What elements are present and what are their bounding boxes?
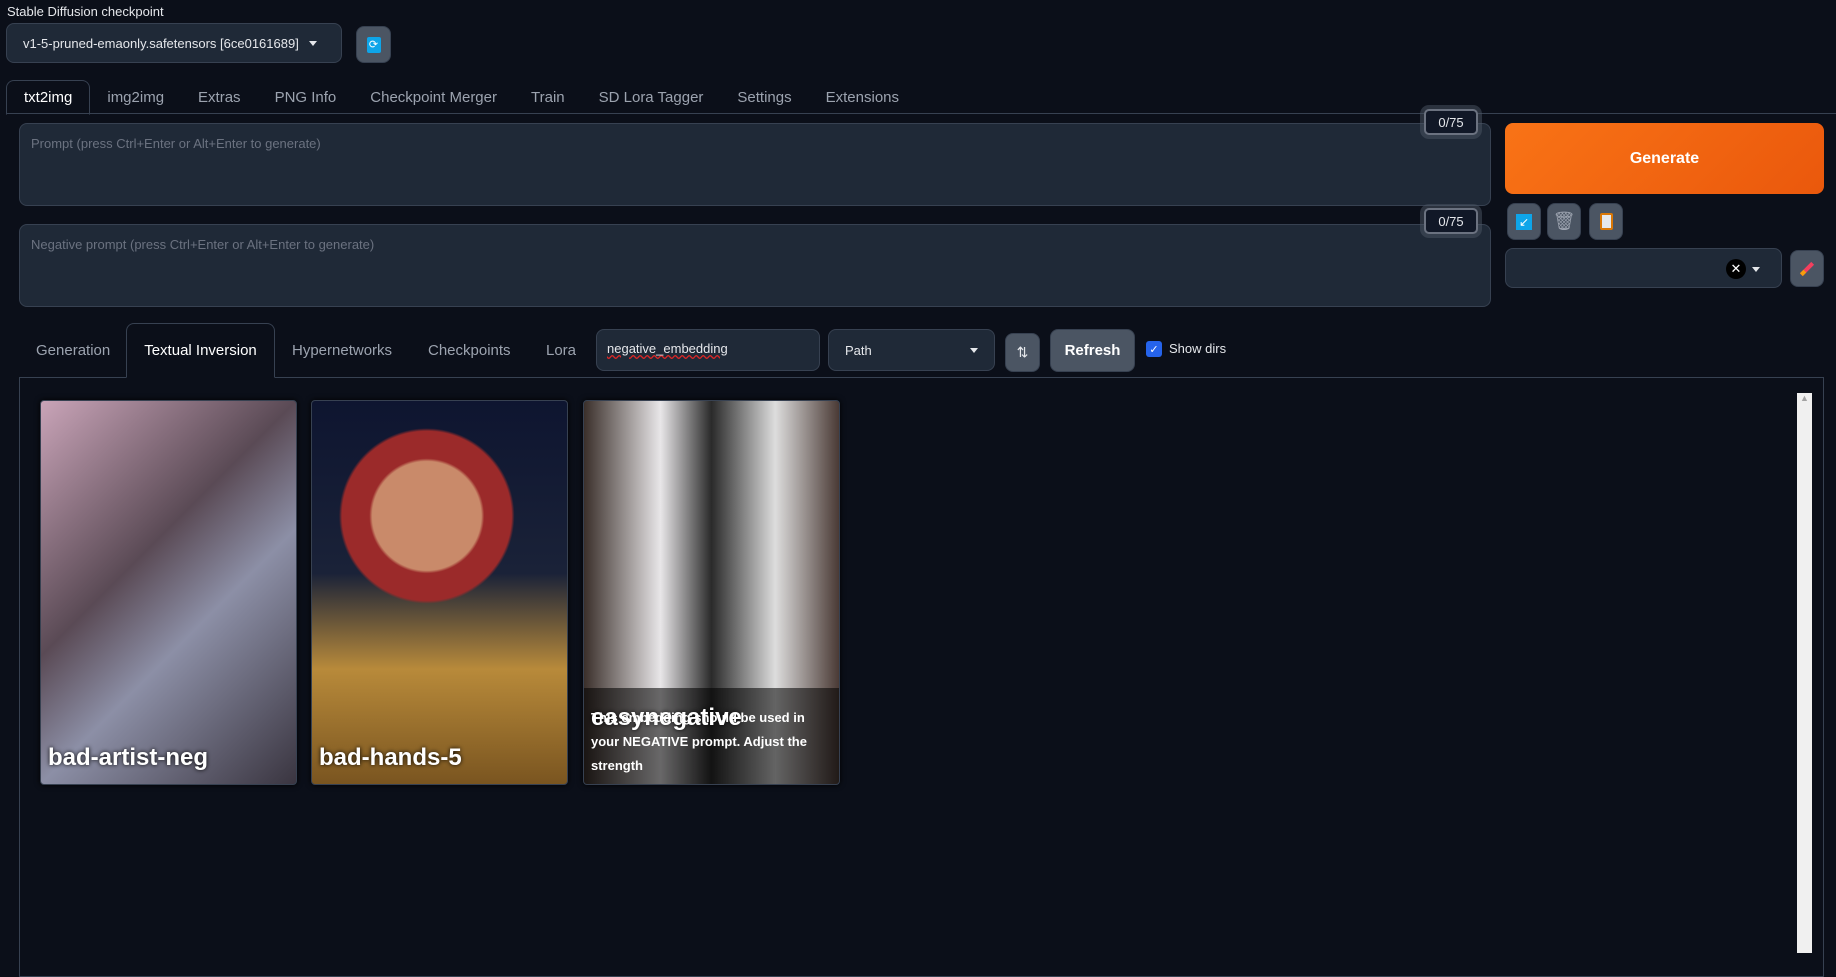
prompt-token-counter: 0/75 <box>1424 109 1478 135</box>
tab-txt2img[interactable]: txt2img <box>6 80 91 115</box>
tab-img2img[interactable]: img2img <box>90 80 181 114</box>
negative-prompt-input[interactable]: Negative prompt (press Ctrl+Enter or Alt… <box>19 224 1491 307</box>
tab-train[interactable]: Train <box>514 80 582 114</box>
card-name: bad-hands-5 <box>319 744 462 771</box>
refresh-icon: ⟳ <box>366 36 381 53</box>
styles-dropdown[interactable]: ✕ <box>1505 248 1782 288</box>
search-input[interactable]: negative_embedding <box>596 329 820 371</box>
sort-dropdown[interactable]: Path <box>828 329 995 371</box>
main-tabs: txt2img img2img Extras PNG Info Checkpoi… <box>6 80 1836 115</box>
negative-token-counter: 0/75 <box>1424 208 1478 234</box>
subtab-generation[interactable]: Generation <box>36 323 110 377</box>
card-name: bad-artist-neg <box>48 744 209 771</box>
paintbrush-icon <box>1799 261 1815 276</box>
scrollbar[interactable]: ▲ <box>1797 393 1812 953</box>
check-icon: ✓ <box>1149 343 1159 356</box>
card-bad-hands-5[interactable]: bad-hands-5 <box>311 400 568 785</box>
show-dirs-checkbox[interactable]: ✓ <box>1146 341 1162 357</box>
chevron-down-icon <box>1752 267 1760 272</box>
trash-icon: 🗑 <box>1552 211 1576 231</box>
tab-sd-lora-tagger[interactable]: SD Lora Tagger <box>582 80 721 114</box>
tab-png-info[interactable]: PNG Info <box>258 80 354 114</box>
sort-order-button[interactable]: ⇅ <box>1005 333 1040 372</box>
prompt-input[interactable]: Prompt (press Ctrl+Enter or Alt+Enter to… <box>19 123 1491 206</box>
refresh-checkpoints-button[interactable]: ⟳ <box>356 26 391 63</box>
checkpoint-label: Stable Diffusion checkpoint <box>7 4 164 19</box>
card-easynegative[interactable]: easynegative This embedding should be us… <box>583 400 840 785</box>
tab-settings[interactable]: Settings <box>720 80 808 114</box>
clear-prompt-button[interactable]: 🗑 <box>1547 203 1581 240</box>
card-description: This embedding should be used in your NE… <box>591 710 807 773</box>
subtab-lora[interactable]: Lora <box>546 323 576 377</box>
tab-extensions[interactable]: Extensions <box>809 80 916 114</box>
refresh-button[interactable]: Refresh <box>1050 329 1135 372</box>
checkpoint-value: v1-5-pruned-emaonly.safetensors [6ce0161… <box>23 35 299 51</box>
edit-styles-button[interactable] <box>1790 250 1824 287</box>
clipboard-icon <box>1599 213 1613 230</box>
scroll-up-icon[interactable]: ▲ <box>1797 393 1812 403</box>
sort-icon: ⇅ <box>1016 344 1029 360</box>
chevron-down-icon <box>970 347 978 353</box>
card-bad-artist-neg[interactable]: bad-artist-neg <box>40 400 297 785</box>
subtab-checkpoints[interactable]: Checkpoints <box>428 323 511 377</box>
subtab-hypernetworks[interactable]: Hypernetworks <box>292 323 392 377</box>
sort-value: Path <box>845 342 872 358</box>
clear-icon[interactable]: ✕ <box>1726 259 1746 279</box>
subtab-textual-inversion[interactable]: Textual Inversion <box>126 323 275 378</box>
apply-style-button[interactable] <box>1589 203 1623 240</box>
checkpoint-dropdown[interactable]: v1-5-pruned-emaonly.safetensors [6ce0161… <box>6 23 342 63</box>
generate-button[interactable]: Generate <box>1505 123 1824 194</box>
arrow-icon: ↙ <box>1516 213 1532 230</box>
tab-extras[interactable]: Extras <box>181 80 258 114</box>
tab-checkpoint-merger[interactable]: Checkpoint Merger <box>353 80 514 114</box>
read-params-button[interactable]: ↙ <box>1507 203 1541 240</box>
show-dirs-label: Show dirs <box>1169 341 1227 356</box>
search-value: negative_embedding <box>607 341 728 356</box>
chevron-down-icon <box>308 40 317 46</box>
